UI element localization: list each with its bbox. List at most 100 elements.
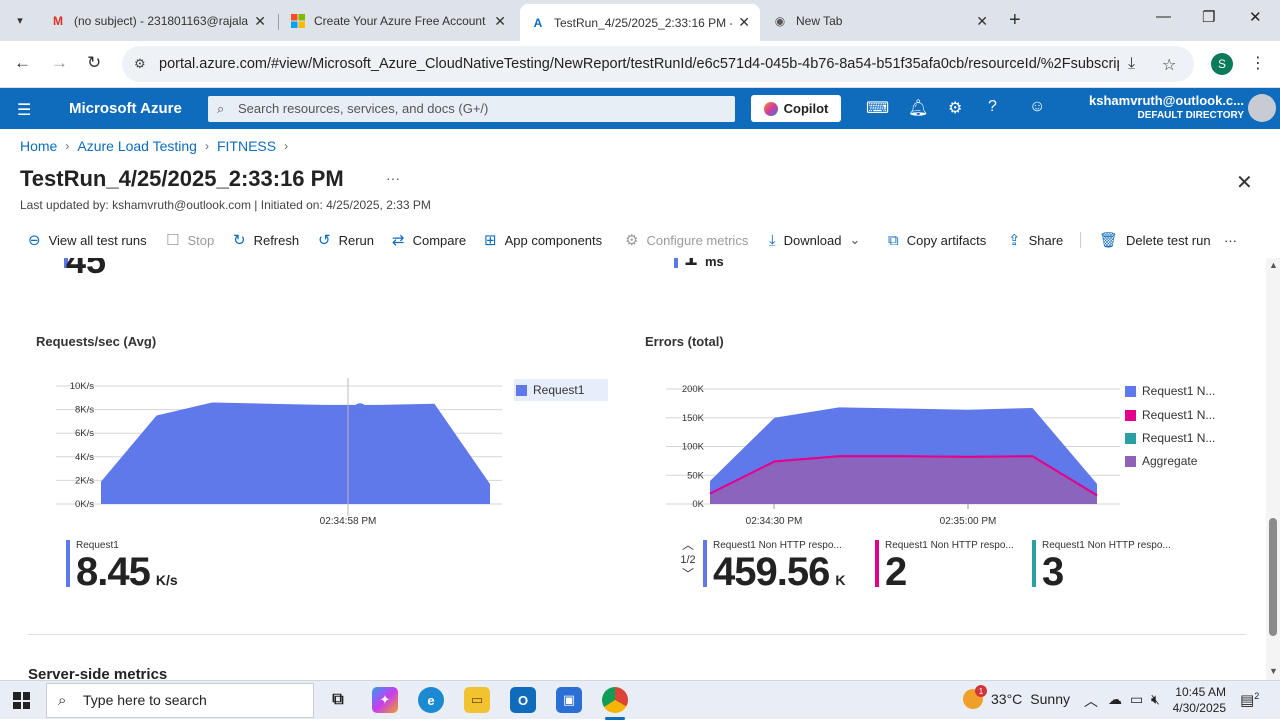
breadcrumb-fitness[interactable]: FITNESS (217, 138, 276, 154)
chevron-down-icon[interactable]: ﹀ (679, 568, 697, 580)
scroll-down-icon[interactable]: ▼ (1269, 666, 1278, 676)
close-icon[interactable]: ✕ (976, 13, 988, 30)
restore-button[interactable]: ❐ (1202, 8, 1215, 26)
stop-button[interactable]: ☐ Stop (166, 226, 214, 254)
legend-item-request1-a[interactable]: Request1 N... (1125, 384, 1215, 398)
y-tick-label: 200K (682, 384, 705, 395)
summary-accent-bar (66, 540, 70, 587)
window-close-button[interactable]: ✕ (1249, 8, 1262, 26)
tab-title: Create Your Azure Free Account O (314, 14, 489, 28)
tab-search-button[interactable]: ▾ (8, 8, 32, 32)
scroll-up-icon[interactable]: ▲ (1269, 260, 1278, 270)
vertical-scrollbar[interactable]: ▲ ▼ (1266, 258, 1280, 680)
breadcrumb-home[interactable]: Home (20, 138, 57, 154)
chrome-icon[interactable] (602, 687, 628, 713)
toolbar-more-button[interactable]: ··· (1224, 226, 1237, 254)
legend-item-request1-c[interactable]: Request1 N... (1125, 431, 1215, 445)
summary-pager: ︿ 1/2 ﹀ (679, 539, 697, 580)
bell-icon[interactable]: 🔔︎ (908, 98, 928, 118)
copilot-app-icon[interactable]: ✦ (372, 687, 398, 713)
legend-swatch (1125, 455, 1136, 467)
browser-menu-icon[interactable]: ⋮ (1250, 53, 1266, 73)
legend-item-request1-b[interactable]: Request1 N... (1125, 408, 1215, 422)
account-menu[interactable]: kshamvruth@outlook.c... DEFAULT DIRECTOR… (1089, 93, 1244, 121)
reload-icon[interactable]: ↻ (87, 53, 101, 73)
chevron-right-icon: › (204, 139, 209, 153)
gear-icon[interactable]: ⚙ (948, 98, 962, 118)
minimize-button[interactable]: — (1156, 8, 1171, 25)
edge-icon[interactable]: e (418, 687, 444, 713)
notification-icon[interactable]: ▤2 (1240, 691, 1259, 709)
download-button[interactable]: ⤓ Download ⌄ (769, 226, 860, 254)
tab-title: (no subject) - 231801163@rajalak (74, 14, 249, 28)
requests-per-sec-chart[interactable]: 0K/s 2K/s 4K/s 6K/s 8K/s 10K/s 02:34:58 PM (40, 376, 510, 542)
windows-start-icon[interactable] (13, 692, 30, 709)
bookmark-star-icon[interactable]: ☆ (1162, 55, 1176, 75)
toolbar-divider (1080, 232, 1081, 248)
close-icon[interactable]: ✕ (254, 13, 266, 30)
close-blade-button[interactable]: ✕ (1236, 170, 1253, 195)
chevron-up-icon[interactable]: ︿ (1084, 691, 1098, 711)
browser-tab-gmail[interactable]: M (no subject) - 231801163@rajalak ✕ (40, 6, 276, 36)
legend-item-request1[interactable]: Request1 (514, 379, 608, 401)
outlook-icon[interactable]: O (510, 687, 536, 713)
task-view-icon[interactable]: ⧉ (325, 687, 351, 713)
y-tick-label: 50K (687, 470, 705, 481)
hamburger-menu-icon[interactable]: ☰ (17, 100, 31, 120)
trash-icon: 🗑︎ (1099, 232, 1119, 249)
cloud-shell-icon[interactable]: ⌨ (866, 98, 889, 118)
taskbar-search-input[interactable]: ⌕ Type here to search (46, 683, 314, 718)
microsoft-icon (290, 13, 306, 29)
scrollbar-thumb[interactable] (1269, 518, 1277, 636)
system-clock[interactable]: 10:45 AM 4/30/2025 (1168, 684, 1226, 716)
network-icon[interactable]: ▭ (1130, 691, 1143, 708)
summary-number: 459.56 (713, 550, 830, 594)
file-explorer-icon[interactable]: ▭ (464, 687, 490, 713)
compare-button[interactable]: ⇄ Compare (392, 226, 466, 254)
profile-avatar[interactable]: S (1211, 53, 1233, 75)
share-button[interactable]: ⇪ Share (1008, 226, 1063, 254)
speaker-muted-icon[interactable]: 🔇︎ (1151, 691, 1160, 708)
forward-arrow-icon[interactable]: → (51, 53, 68, 73)
summary-value: 8.45 K/s (76, 550, 178, 595)
errors-total-chart[interactable]: 0K 50K 100K 150K 200K 02:34:30 PM 02:35:00 PM (650, 376, 1120, 542)
configure-metrics-button[interactable]: ⚙ Configure metrics (625, 226, 748, 254)
refresh-button[interactable]: ↻ Refresh (233, 226, 299, 254)
y-tick-label: 100K (682, 442, 705, 453)
delete-test-run-button[interactable]: 🗑︎ Delete test run (1099, 226, 1211, 254)
copy-artifacts-button[interactable]: ⧉ Copy artifacts (888, 226, 986, 254)
breadcrumb-load-testing[interactable]: Azure Load Testing (77, 138, 197, 154)
feedback-icon[interactable]: ☺ (1029, 98, 1045, 116)
browser-tab-azure-free[interactable]: Create Your Azure Free Account O ✕ (280, 6, 516, 36)
close-icon[interactable]: ✕ (738, 14, 750, 31)
copilot-button[interactable]: Copilot (751, 95, 841, 122)
cloud-icon[interactable]: ☁ (1108, 691, 1122, 708)
legend-label: Request1 N... (1142, 408, 1216, 422)
browser-tab-testrun[interactable]: A TestRun_4/25/2025_2:33:16 PM - M ✕ (520, 4, 760, 41)
weather-widget[interactable]: 1 33°C Sunny (963, 685, 1070, 709)
azure-brand[interactable]: Microsoft Azure (69, 100, 182, 117)
store-icon[interactable]: ▣ (556, 687, 582, 713)
close-icon[interactable]: ✕ (494, 13, 506, 30)
legend-item-aggregate[interactable]: Aggregate (1125, 454, 1197, 468)
help-icon[interactable]: ? (988, 98, 997, 116)
search-icon: ⌕ (217, 101, 225, 116)
browser-tab-new[interactable]: ◉ New Tab ✕ (762, 6, 998, 36)
rerun-button[interactable]: ↺ Rerun (318, 226, 374, 254)
install-app-icon[interactable]: ⤓ (1128, 55, 1135, 73)
azure-search-input[interactable]: ⌕ Search resources, services, and docs (… (208, 96, 735, 122)
more-options-icon[interactable]: ··· (386, 170, 400, 186)
x-tick-label: 02:34:30 PM (746, 516, 803, 527)
view-all-test-runs-button[interactable]: ⊖ View all test runs (28, 226, 147, 254)
chevron-up-icon[interactable]: ︿ (679, 539, 697, 551)
legend-label: Request1 (533, 383, 585, 397)
site-info-icon[interactable]: ⚙ (134, 56, 146, 72)
new-tab-button[interactable]: + (1009, 9, 1021, 32)
y-tick-label: 10K/s (70, 381, 95, 392)
back-arrow-icon[interactable]: ← (14, 53, 31, 73)
app-components-button[interactable]: ⊞ App components (484, 226, 602, 254)
avatar[interactable] (1248, 94, 1276, 122)
url-input[interactable]: ⚙ portal.azure.com/#view/Microsoft_Azure… (122, 46, 1194, 82)
summary-accent-bar (875, 540, 879, 587)
close-icon: ✕ (1249, 9, 1262, 26)
